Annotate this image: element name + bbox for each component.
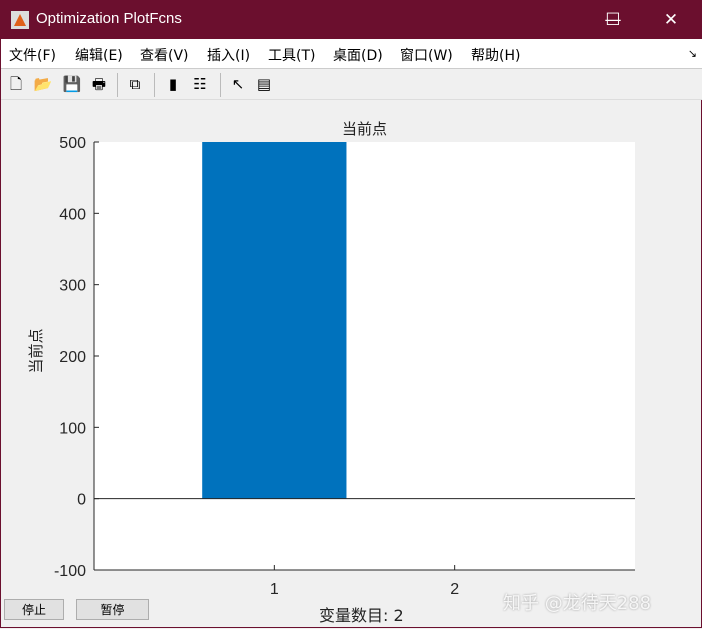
axes-background[interactable] <box>94 142 635 570</box>
watermark: 知乎 @龙待天288 <box>503 593 652 614</box>
pause-button[interactable]: 暂停 <box>76 599 149 620</box>
plot-area: 5004003002001000-1001 2当前点当前点 <box>27 120 635 598</box>
y-tick-label: 400 <box>59 206 86 223</box>
chart-title: 当前点 <box>342 120 387 138</box>
figure-window: Optimization PlotFcns — ☐ ✕ ↘ 文件(F) 编辑(E)… <box>0 0 702 628</box>
x-tick-label: 2 <box>450 581 459 598</box>
y-axis-label: 当前点 <box>27 328 45 373</box>
y-tick-label: 200 <box>59 349 86 366</box>
variable-count-label: 变量数目: 2 <box>319 606 404 625</box>
y-tick-label: -100 <box>54 563 86 580</box>
y-tick-label: 300 <box>59 278 86 295</box>
y-tick-label: 0 <box>77 492 86 509</box>
bar <box>202 142 347 499</box>
y-tick-label: 100 <box>59 420 86 437</box>
y-tick-label: 500 <box>59 135 86 152</box>
x-tick-label: 1 <box>270 581 279 598</box>
stop-button[interactable]: 停止 <box>4 599 64 620</box>
